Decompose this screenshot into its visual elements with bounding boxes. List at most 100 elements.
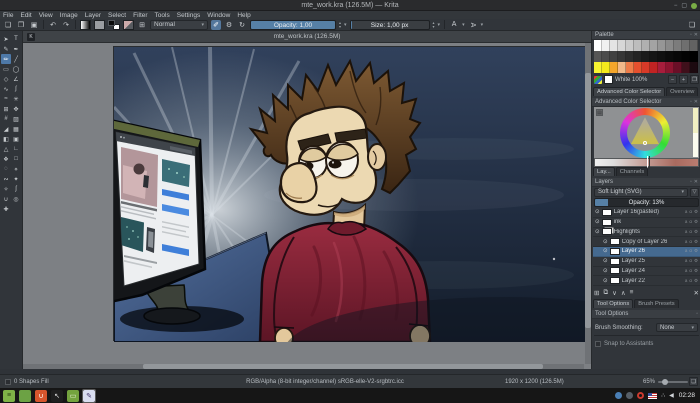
opacity-spinner[interactable]: ▴ ▾ [339, 20, 341, 29]
close-icon[interactable]: ✕ [694, 99, 698, 105]
layer-badge-icon[interactable]: α [689, 258, 692, 264]
palette-swatch[interactable] [690, 51, 698, 62]
tool-color-sampler[interactable]: ◢ [1, 124, 11, 134]
selection-display-icon[interactable] [5, 378, 11, 385]
visibility-eye-icon[interactable]: ⊙ [595, 219, 600, 225]
tool-line[interactable]: ╱ [11, 54, 21, 64]
menu-filter[interactable]: Filter [133, 12, 147, 19]
visibility-eye-icon[interactable]: ⊙ [595, 229, 600, 235]
layer-badge-icon[interactable]: a [685, 239, 688, 245]
redo-icon[interactable]: ↷ [61, 20, 71, 30]
palette-swatch[interactable] [610, 40, 618, 51]
layer-badge-icon[interactable]: a [685, 248, 688, 254]
palette-swatch[interactable] [618, 62, 626, 73]
move-layer-up-button[interactable]: ∧ [621, 289, 626, 297]
opacity-slider[interactable]: Opacity: 1,00 [250, 19, 336, 30]
record-icon[interactable] [637, 392, 645, 399]
layer-badge-icon[interactable]: ⚙ [694, 258, 698, 264]
files-app-icon[interactable]: ▭ [67, 389, 79, 402]
gradient-chooser[interactable] [80, 19, 91, 30]
size-slider[interactable]: Size: 1,00 px [349, 19, 430, 30]
tool-text[interactable]: T [11, 34, 21, 44]
palette-swatch[interactable] [602, 40, 610, 51]
palette-swatch[interactable] [642, 62, 650, 73]
palette-swatch[interactable] [682, 51, 690, 62]
add-layer-button[interactable]: ⊞ [594, 289, 599, 297]
remove-color-button[interactable]: − [668, 75, 677, 84]
krita-app-icon[interactable]: ✎ [83, 389, 95, 402]
close-icon[interactable] [691, 2, 697, 9]
tool-similar-select[interactable]: ✧ [1, 184, 11, 194]
layer-badge-icon[interactable]: ⚙ [694, 209, 698, 215]
close-icon[interactable]: ✕ [694, 179, 698, 185]
maximize-icon[interactable]: ▢ [681, 2, 687, 9]
palette-swatch[interactable] [666, 40, 674, 51]
palette-swatch[interactable] [602, 62, 610, 73]
palette-swatch[interactable] [626, 40, 634, 51]
layer-row[interactable]: ⊙ Layer 24 a α ⚙ [593, 267, 700, 277]
visibility-eye-icon[interactable]: ⊙ [603, 278, 608, 284]
palette-swatch[interactable] [666, 51, 674, 62]
tool-pan[interactable]: ✚ [1, 204, 11, 214]
palette-swatch[interactable] [682, 40, 690, 51]
menu-settings[interactable]: Settings [177, 12, 201, 19]
move-layer-down-button[interactable]: ∨ [612, 289, 617, 297]
add-color-button[interactable]: + [679, 75, 688, 84]
tool-bezier-select[interactable]: ʃ [11, 184, 21, 194]
palette-folder-icon[interactable]: ❐ [690, 75, 699, 84]
tool-calligraphy[interactable]: ✒ [11, 44, 21, 54]
layer-badge-icon[interactable]: α [689, 239, 692, 245]
tool-freehand-select[interactable]: ∾ [1, 174, 11, 184]
tool-multibrush[interactable]: ✳ [11, 94, 21, 104]
menu-layer[interactable]: Layer [85, 12, 101, 19]
keyboard-flag-icon[interactable] [648, 392, 658, 399]
float-icon[interactable]: ▫ [696, 311, 698, 317]
palette-swatch[interactable] [682, 62, 690, 73]
menu-view[interactable]: View [39, 12, 53, 19]
palette-swatch[interactable] [618, 51, 626, 62]
layer-row[interactable]: ⊙ Layer 25 a α ⚙ [593, 257, 700, 267]
layer-badge-icon[interactable]: α [689, 268, 692, 274]
tool-magnetic-select[interactable]: ∪ [1, 194, 11, 204]
visibility-eye-icon[interactable]: ⊙ [603, 239, 608, 245]
palette-swatch[interactable] [642, 40, 650, 51]
palette-swatch[interactable] [658, 62, 666, 73]
document-tab[interactable]: K mte_work.kra (126.5M) [23, 31, 591, 43]
brush-smoothing-dropdown[interactable]: None ▾ [656, 323, 698, 332]
layer-opacity-slider[interactable]: Opacity: 13% [594, 198, 699, 207]
palette-swatch[interactable] [634, 62, 642, 73]
palette-swatch[interactable] [690, 40, 698, 51]
update-shield-icon[interactable] [615, 392, 623, 399]
palette-swatch[interactable] [634, 51, 642, 62]
minimize-icon[interactable]: − [674, 3, 678, 9]
tab-overview[interactable]: Overview [666, 87, 699, 96]
float-icon[interactable]: ▫ [690, 99, 692, 105]
palette-swatch[interactable] [690, 62, 698, 73]
layer-properties-button[interactable]: ≡ [630, 289, 634, 296]
settings-tray-icon[interactable] [626, 392, 634, 399]
layer-badge-icon[interactable]: ⚙ [694, 248, 698, 254]
palette-swatch[interactable] [594, 51, 602, 62]
tab-layers[interactable]: Lay... [593, 167, 615, 176]
tool-dynamic-brush[interactable]: ≈ [1, 94, 11, 104]
menu-select[interactable]: Select [108, 12, 126, 19]
layer-badge-icon[interactable]: α [689, 278, 692, 284]
tool-rectangle[interactable]: ▭ [1, 64, 11, 74]
orange-app-icon[interactable]: ∪ [35, 389, 47, 402]
tab-advanced-color-selector[interactable]: Advanced Color Selector [593, 87, 666, 96]
tool-rect-select[interactable]: □ [11, 154, 21, 164]
tool-contiguous-select[interactable]: ✦ [11, 174, 21, 184]
mint-menu-icon[interactable]: ≡ [3, 389, 15, 402]
chevron-down-icon[interactable]: ▾ [462, 22, 465, 28]
snap-to-assistants-checkbox[interactable] [595, 341, 601, 347]
palette-swatch[interactable] [666, 62, 674, 73]
palette-swatch[interactable] [626, 62, 634, 73]
tool-pattern-edit[interactable]: ▦ [11, 124, 21, 134]
chevron-down-icon[interactable]: ▾ [438, 22, 441, 28]
layer-badge-icon[interactable]: a [685, 278, 688, 284]
preset-options-icon[interactable]: ⚙ [224, 20, 234, 30]
advanced-color-selector-header[interactable]: Advanced Color Selector ▫ ✕ [592, 98, 700, 107]
palette-swatch[interactable] [658, 51, 666, 62]
tool-transform[interactable]: ⊞ [1, 104, 11, 114]
tool-polygon-select[interactable]: ⋄ [11, 164, 21, 174]
